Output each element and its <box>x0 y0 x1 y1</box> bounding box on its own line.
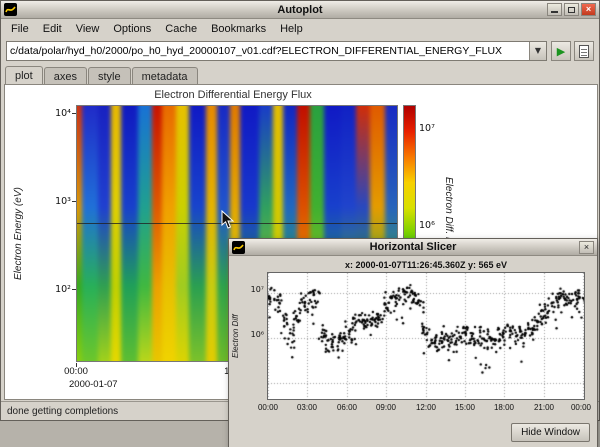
menu-bookmarks[interactable]: Bookmarks <box>205 22 272 36</box>
slicer-close-button[interactable]: × <box>579 241 594 254</box>
slicer-x-tick: 00:00 <box>253 403 283 412</box>
x-axis-date: 2000-01-07 <box>69 379 118 390</box>
slicer-plot[interactable] <box>267 272 585 400</box>
slice-crosshair-line <box>77 223 397 224</box>
slicer-x-tick: 00:00 <box>566 403 596 412</box>
dropdown-arrow-icon[interactable]: ▼ <box>529 42 546 60</box>
slicer-y-tick-1e6: 10⁶ <box>242 330 264 339</box>
y-axis-label: Electron Energy (eV) <box>13 105 24 362</box>
window-title: Autoplot <box>1 4 599 16</box>
go-plot-button[interactable]: ▶ <box>551 41 571 61</box>
y-tick-1e4: 10⁴ <box>43 108 71 119</box>
minimize-button[interactable] <box>547 3 562 16</box>
x-tick-0000: 00:00 <box>59 366 93 377</box>
close-button[interactable]: × <box>581 3 596 16</box>
uri-combobox[interactable]: c/data/polar/hyd_h0/2000/po_h0_hyd_20000… <box>6 41 547 61</box>
menu-options[interactable]: Options <box>107 22 157 36</box>
slicer-window-title: Horizontal Slicer <box>229 241 597 253</box>
tab-metadata[interactable]: metadata <box>132 67 198 85</box>
slicer-titlebar[interactable]: Horizontal Slicer × <box>229 239 597 256</box>
plot-title: Electron Differential Energy Flux <box>72 89 394 101</box>
mouse-cursor-icon <box>221 210 235 235</box>
menubar: File Edit View Options Cache Bookmarks H… <box>1 19 599 38</box>
slicer-x-tick: 18:00 <box>489 403 519 412</box>
tab-style[interactable]: style <box>88 67 131 85</box>
slicer-x-tick: 03:00 <box>292 403 322 412</box>
slicer-y-axis-label: Electron Diff <box>231 272 240 400</box>
slicer-y-tick-1e7: 10⁷ <box>242 285 264 294</box>
desktop: Autoplot × File Edit View Options Cache … <box>0 0 600 447</box>
slicer-x-tick: 21:00 <box>529 403 559 412</box>
menu-cache[interactable]: Cache <box>159 22 203 36</box>
slice-position-readout: x: 2000-01-07T11:26:45.360Z y: 565 eV <box>267 260 585 270</box>
horizontal-slicer-window: Horizontal Slicer × x: 2000-01-07T11:26:… <box>228 238 598 447</box>
x-tickmark <box>76 363 77 367</box>
slicer-x-tick: 15:00 <box>450 403 480 412</box>
inspect-uri-button[interactable] <box>574 41 594 61</box>
autoplot-logo-icon <box>232 241 245 254</box>
document-icon <box>579 45 589 58</box>
menu-file[interactable]: File <box>5 22 35 36</box>
menu-view[interactable]: View <box>70 22 106 36</box>
slicer-x-tick: 09:00 <box>371 403 401 412</box>
uri-toolbar: c/data/polar/hyd_h0/2000/po_h0_hyd_20000… <box>1 38 599 64</box>
tab-plot[interactable]: plot <box>5 66 43 86</box>
slicer-x-tick: 12:00 <box>411 403 441 412</box>
maximize-icon <box>568 7 575 13</box>
hide-window-button[interactable]: Hide Window <box>511 423 590 442</box>
maximize-button[interactable] <box>564 3 579 16</box>
menu-help[interactable]: Help <box>274 22 309 36</box>
y-tick-1e2: 10² <box>43 284 71 295</box>
y-tick-1e3: 10³ <box>43 196 71 207</box>
main-titlebar[interactable]: Autoplot × <box>1 1 599 19</box>
uri-text[interactable]: c/data/polar/hyd_h0/2000/po_h0_hyd_20000… <box>7 45 529 57</box>
autoplot-logo-icon <box>4 3 17 16</box>
tabs-row: plot axes style metadata <box>1 64 599 85</box>
slicer-scatter-canvas <box>268 273 584 399</box>
status-text: done getting completions <box>7 406 118 417</box>
menu-edit[interactable]: Edit <box>37 22 68 36</box>
slicer-x-tick: 06:00 <box>332 403 362 412</box>
play-icon: ▶ <box>557 46 565 57</box>
minimize-icon <box>551 11 558 13</box>
tab-axes[interactable]: axes <box>44 67 87 85</box>
